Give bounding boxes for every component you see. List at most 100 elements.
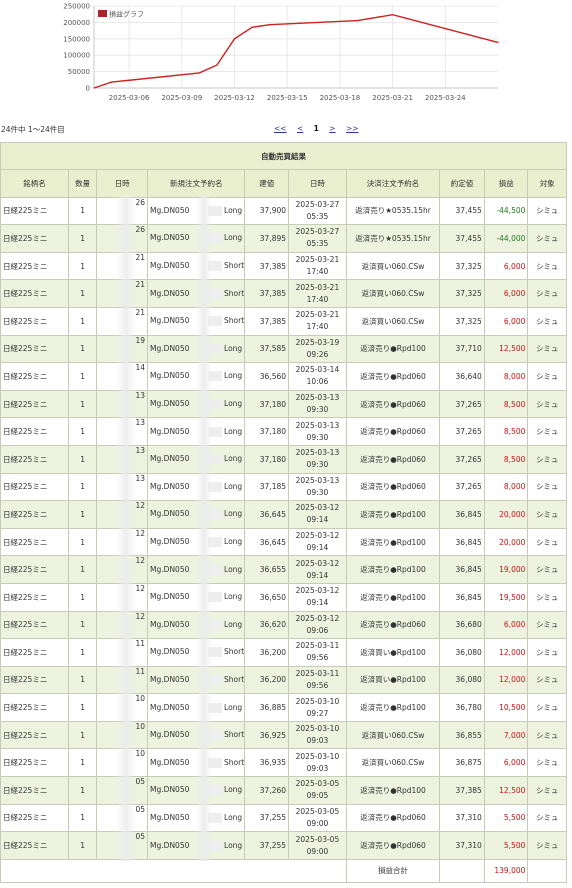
total-value: 139,000 <box>483 858 529 883</box>
exit-date: 2025-03-12 <box>295 613 340 623</box>
chart-y-ticks: 250000 200000 150000 100000 50000 0 <box>63 3 90 93</box>
quantity: 1 <box>67 306 98 336</box>
exit-date: 2025-03-10 <box>295 751 340 761</box>
quantity: 1 <box>67 610 98 640</box>
instrument-name: 日経225ミニ <box>0 693 69 722</box>
pager-prev-link[interactable]: < <box>297 124 303 133</box>
target-type: シミュ <box>527 582 567 612</box>
close-order-name: 返済売り●Rpd060 <box>345 417 441 446</box>
table-row: 日経225ミニ 1 05 Mg.DN050 Long 37,255 2025-03-05 09… <box>0 831 567 860</box>
profit-data-point <box>392 14 394 16</box>
pager-first-link[interactable]: << <box>274 124 287 133</box>
table-row: 日経225ミニ 1 12 Mg.DN050 Long 36,655 2025-03-12 09… <box>0 555 567 584</box>
entry-price: 37,260 <box>244 776 290 805</box>
exit-price: 37,325 <box>439 279 485 308</box>
close-order-name: 返済売り●Rpd100 <box>345 555 441 584</box>
profit-series-line <box>93 13 499 89</box>
instrument-name: 日経225ミニ <box>0 362 69 391</box>
instrument-name: 日経225ミニ <box>0 720 69 750</box>
column-header: 銘柄名 <box>0 169 69 198</box>
result-count: 24件中 1～24件目 <box>1 125 65 134</box>
exit-date: 2025-03-12 <box>295 586 340 596</box>
profit-loss: 8,500 <box>483 417 529 446</box>
table-row: 日経225ミニ 1 13 Mg.DN050 Long 37,180 2025-03-13 09… <box>0 389 567 419</box>
column-header: 数量 <box>67 169 98 198</box>
exit-datetime: 2025-03-13 09:30 <box>288 417 347 446</box>
table-row: 日経225ミニ 1 12 Mg.DN050 Long 36,620 2025-03-12 09… <box>0 610 567 640</box>
instrument-name: 日経225ミニ <box>0 555 69 584</box>
quantity: 1 <box>67 389 98 419</box>
exit-time: 09:03 <box>306 763 329 773</box>
profit-data-point <box>93 87 95 89</box>
exit-time: 10:06 <box>306 377 329 387</box>
exit-datetime: 2025-03-13 09:30 <box>288 472 347 502</box>
exit-datetime: 2025-03-21 17:40 <box>288 279 347 308</box>
exit-date: 2025-03-27 <box>295 227 340 237</box>
pager-next-link[interactable]: > <box>329 124 335 133</box>
instrument-name: 日経225ミニ <box>0 224 69 253</box>
pager-last-link[interactable]: >> <box>346 124 359 133</box>
exit-price: 37,325 <box>439 306 485 336</box>
profit-loss: 10,500 <box>483 693 529 722</box>
close-order-name: 返済売り●Rpd060 <box>345 444 441 474</box>
chart-legend: 損益グラフ <box>98 10 144 19</box>
close-order-name: 返済買い060.CSw <box>345 279 441 308</box>
trade-side: Long <box>224 233 243 243</box>
entry-price: 36,655 <box>244 555 290 584</box>
trade-side: Short <box>224 647 245 657</box>
instrument-name: 日経225ミニ <box>0 665 69 695</box>
trade-side: Long <box>224 426 243 436</box>
profit-loss: 6,000 <box>483 279 529 308</box>
target-type: シミュ <box>527 362 567 391</box>
entry-price: 37,895 <box>244 224 290 253</box>
entry-price: 36,560 <box>244 362 290 391</box>
results-table: 自動売買結果 銘柄名 数量 日時 新規注文予約名 建値 日時 決済注文予約名 約定値 損益 対象 … <box>0 142 567 883</box>
profit-loss: -44,500 <box>483 196 529 226</box>
trade-side: Short <box>224 261 245 271</box>
close-order-name: 返済売り★0535.15hr <box>345 224 441 253</box>
exit-price: 37,265 <box>439 389 485 419</box>
exit-time: 05:35 <box>306 239 329 249</box>
entry-price: 36,200 <box>244 665 290 695</box>
entry-price: 37,385 <box>244 279 290 308</box>
table-row: 日経225ミニ 1 21 Mg.DN050 Short 37,385 2025-03-21 1… <box>0 279 567 308</box>
table-title: 自動売買結果 <box>0 142 567 170</box>
exit-datetime: 2025-03-21 17:40 <box>288 251 347 281</box>
target-type: シミュ <box>527 334 567 364</box>
exit-time: 09:30 <box>306 405 329 415</box>
exit-price: 36,875 <box>439 748 485 778</box>
exit-time: 17:40 <box>306 294 329 304</box>
target-type: シミュ <box>527 444 567 474</box>
y-tick-label: 200000 <box>63 19 90 27</box>
table-row: 日経225ミニ 1 26 Mg.DN050 Long 37,895 2025-03-27 05… <box>0 224 567 253</box>
exit-datetime: 2025-03-10 09:03 <box>288 748 347 778</box>
exit-price: 37,265 <box>439 444 485 474</box>
profit-loss: 6,000 <box>483 610 529 640</box>
target-type: シミュ <box>527 196 567 226</box>
trade-side: Long <box>224 840 243 850</box>
table-row: 日経225ミニ 1 05 Mg.DN050 Long 37,260 2025-03-05 09… <box>0 776 567 805</box>
exit-datetime: 2025-03-13 09:30 <box>288 444 347 474</box>
close-order-name: 返済売り●Rpd100 <box>345 582 441 612</box>
exit-datetime: 2025-03-19 09:26 <box>288 334 347 364</box>
instrument-name: 日経225ミニ <box>0 417 69 446</box>
exit-datetime: 2025-03-14 10:06 <box>288 362 347 391</box>
quantity: 1 <box>67 555 98 584</box>
exit-date: 2025-03-12 <box>295 531 340 541</box>
entry-price: 37,255 <box>244 803 290 833</box>
target-type: シミュ <box>527 638 567 667</box>
x-tick-label: 2025-03-24 <box>425 94 466 102</box>
exit-price: 37,455 <box>439 224 485 253</box>
exit-date: 2025-03-10 <box>295 724 340 734</box>
table-row: 日経225ミニ 1 12 Mg.DN050 Long 36,645 2025-03-12 09… <box>0 500 567 529</box>
quantity: 1 <box>67 472 98 502</box>
close-order-name: 返済買い060.CSw <box>345 748 441 778</box>
exit-time: 09:27 <box>306 708 329 718</box>
profit-data-point <box>198 72 200 74</box>
close-order-name: 返済売り●Rpd100 <box>345 500 441 529</box>
quantity: 1 <box>67 224 98 253</box>
exit-price: 36,845 <box>439 582 485 612</box>
exit-date: 2025-03-21 <box>295 310 340 320</box>
exit-time: 09:56 <box>306 653 329 663</box>
trade-side: Short <box>224 288 245 298</box>
